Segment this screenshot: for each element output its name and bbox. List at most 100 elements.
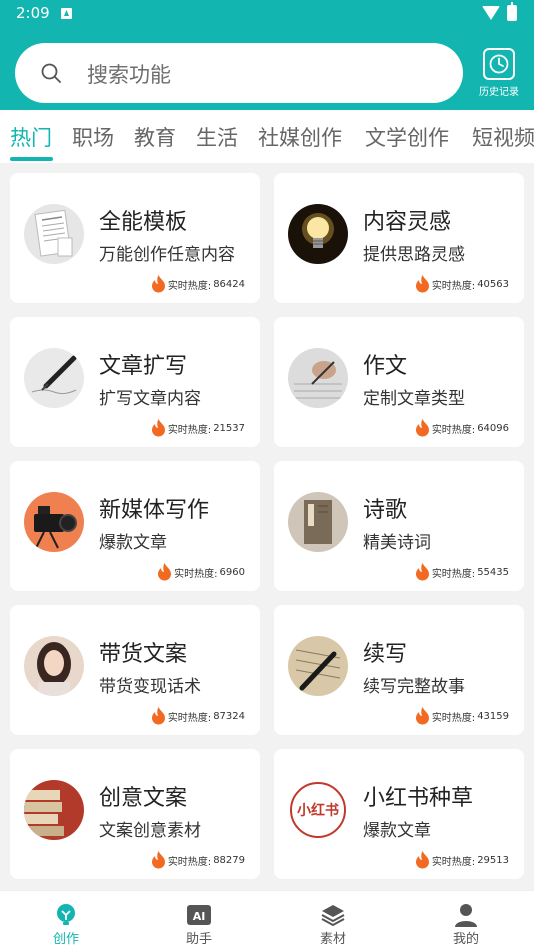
status-time: 2:09 (16, 4, 50, 22)
card-title: 续写 (363, 642, 408, 667)
heat-indicator: 实时热度: 88279 (151, 851, 245, 869)
heat-indicator: 实时热度: 87324 (151, 707, 245, 725)
search-placeholder: 搜索功能 (87, 63, 171, 87)
card-subtitle: 带货变现话术 (99, 677, 201, 697)
clock-icon (483, 48, 515, 80)
nav-materials[interactable]: 素材 (303, 903, 363, 947)
card-subtitle: 精美诗词 (363, 533, 431, 553)
heat-value: 6960 (219, 566, 245, 578)
heat-indicator: 实时热度: 55435 (415, 563, 509, 581)
ai-badge-text: AI (193, 910, 206, 923)
card-title: 诗歌 (363, 498, 408, 523)
card-subtitle: 爆款文章 (99, 533, 167, 553)
nav-profile[interactable]: 我的 (436, 903, 496, 947)
card-title: 作文 (363, 354, 408, 379)
nav-create[interactable]: 创作 (36, 903, 96, 947)
card-subtitle: 提供思路灵感 (363, 245, 465, 265)
xiaohongshu-logo-text: 小红书 (297, 802, 339, 819)
nav-label: 素材 (319, 932, 346, 947)
card-title: 小红书种草 (363, 786, 474, 811)
status-bar: 2:09 (0, 0, 534, 28)
tab-life[interactable]: 生活 (196, 122, 238, 152)
card-title: 创意文案 (99, 786, 188, 811)
card-continue-writing[interactable]: 续写 续写完整故事 实时热度: 43159 (274, 605, 524, 735)
heat-value: 40563 (477, 278, 509, 290)
card-subtitle: 续写完整故事 (363, 677, 465, 697)
nav-assistant[interactable]: AI 助手 (169, 903, 229, 947)
card-creative-copy[interactable]: 创意文案 文案创意素材 实时热度: 88279 (10, 749, 260, 879)
heat-prefix: 实时热度: (431, 568, 476, 580)
flame-icon (151, 707, 165, 725)
pen-writing-image (24, 348, 84, 408)
heat-indicator: 实时热度: 64096 (415, 419, 509, 437)
card-template[interactable]: 全能模板 万能创作任意内容 实时热度: 86424 (10, 173, 260, 303)
heat-prefix: 实时热度: (167, 280, 212, 292)
tab-literature[interactable]: 文学创作 (365, 122, 449, 152)
nav-label: 创作 (52, 932, 79, 947)
heat-indicator: 实时热度: 40563 (415, 275, 509, 293)
flame-icon (158, 563, 172, 581)
card-subtitle: 定制文章类型 (363, 389, 465, 409)
card-title: 文章扩写 (99, 354, 188, 379)
heat-value: 29513 (477, 854, 509, 866)
heat-prefix: 实时热度: (167, 712, 212, 724)
heat-value: 21537 (213, 422, 245, 434)
heat-prefix: 实时热度: (167, 856, 212, 868)
bottom-navigation: 创作 AI 助手 素材 我的 (0, 890, 534, 950)
card-new-media[interactable]: 新媒体写作 爆款文章 实时热度: 6960 (10, 461, 260, 591)
heat-prefix: 实时热度: (431, 424, 476, 436)
ancient-book-image (288, 492, 348, 552)
heat-prefix: 实时热度: (167, 424, 212, 436)
flame-icon (151, 275, 165, 293)
user-icon (454, 903, 478, 927)
card-title: 全能模板 (99, 210, 188, 235)
header: 搜索功能 历史记录 (0, 28, 534, 110)
layers-icon (321, 903, 345, 927)
flame-icon (415, 275, 429, 293)
tab-short-video[interactable]: 短视频 (472, 122, 534, 152)
xiaohongshu-logo: 小红书 (288, 780, 348, 840)
flame-icon (151, 851, 165, 869)
heat-value: 87324 (213, 710, 245, 722)
tab-hot[interactable]: 热门 (10, 122, 52, 152)
card-sales-copy[interactable]: 带货文案 带货变现话术 实时热度: 87324 (10, 605, 260, 735)
hand-writing-image (288, 348, 348, 408)
document-template-image (24, 204, 84, 264)
card-poetry[interactable]: 诗歌 精美诗词 实时热度: 55435 (274, 461, 524, 591)
card-title: 内容灵感 (363, 210, 452, 235)
woman-portrait-image (24, 636, 84, 696)
flame-icon (415, 563, 429, 581)
fountain-pen-image (288, 636, 348, 696)
card-xiaohongshu[interactable]: 小红书 小红书种草 爆款文章 实时热度: 29513 (274, 749, 524, 879)
card-inspiration[interactable]: 内容灵感 提供思路灵感 实时热度: 40563 (274, 173, 524, 303)
category-tabs: 热门 职场 教育 生活 社媒创作 文学创作 短视频 (0, 110, 534, 163)
tab-social-media[interactable]: 社媒创作 (258, 122, 342, 152)
search-input[interactable]: 搜索功能 (15, 43, 463, 103)
bulb-icon (54, 903, 78, 927)
book-stack-image (24, 780, 84, 840)
heat-prefix: 实时热度: (174, 568, 218, 580)
tab-indicator (10, 157, 53, 161)
history-button[interactable]: 历史记录 (476, 48, 522, 100)
battery-icon (507, 2, 517, 21)
heat-prefix: 实时热度: (431, 856, 476, 868)
card-subtitle: 扩写文章内容 (99, 389, 201, 409)
heat-value: 86424 (213, 278, 245, 290)
tab-workplace[interactable]: 职场 (72, 122, 114, 152)
flame-icon (151, 419, 165, 437)
heat-value: 55435 (477, 566, 509, 578)
card-composition[interactable]: 作文 定制文章类型 实时热度: 64096 (274, 317, 524, 447)
history-label: 历史记录 (479, 87, 519, 98)
card-subtitle: 爆款文章 (363, 821, 431, 841)
search-icon (41, 63, 61, 83)
flame-icon (415, 851, 429, 869)
heat-value: 43159 (477, 710, 509, 722)
card-title: 带货文案 (99, 642, 188, 667)
wifi-icon (482, 6, 500, 20)
sim-icon (61, 8, 72, 19)
lightbulb-image (288, 204, 348, 264)
card-expand-article[interactable]: 文章扩写 扩写文章内容 实时热度: 21537 (10, 317, 260, 447)
tab-education[interactable]: 教育 (134, 122, 176, 152)
heat-indicator: 实时热度: 86424 (151, 275, 245, 293)
card-title: 新媒体写作 (99, 498, 210, 523)
